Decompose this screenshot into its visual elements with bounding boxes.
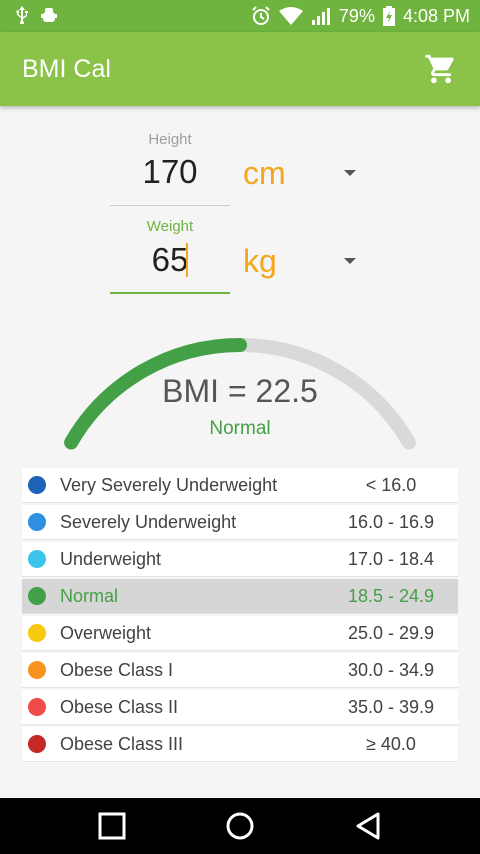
bmi-category-row: Very Severely Underweight < 16.0 <box>22 468 458 503</box>
home-icon[interactable] <box>224 810 256 842</box>
height-input[interactable]: 170 <box>110 153 230 191</box>
category-range: ≥ 40.0 <box>366 734 416 754</box>
wifi-icon <box>278 7 303 25</box>
height-underline <box>110 205 230 206</box>
category-range: 16.0 - 16.9 <box>347 512 435 532</box>
text-cursor <box>186 243 188 277</box>
app-bar: BMI Cal <box>0 32 480 106</box>
category-range: 17.0 - 18.4 <box>347 549 435 569</box>
weight-label: Weight <box>146 218 194 235</box>
app-title: BMI Cal <box>22 55 111 83</box>
alarm-icon <box>252 6 270 25</box>
category-color-dot <box>28 624 46 642</box>
back-icon[interactable] <box>352 810 384 842</box>
category-color-dot <box>28 735 46 753</box>
status-bar: 79% 4:08 PM <box>0 0 480 32</box>
bmi-category-row: Obese Class II 35.0 - 39.9 <box>22 690 458 725</box>
category-color-dot <box>28 587 46 605</box>
category-color-dot <box>28 661 46 679</box>
bmi-category-row: Overweight 25.0 - 29.9 <box>22 616 458 651</box>
height-unit-select[interactable]: cm <box>243 155 286 192</box>
weight-unit-select[interactable]: kg <box>243 243 277 280</box>
category-name: Obese Class I <box>60 660 174 680</box>
signal-icon <box>311 8 330 25</box>
category-range: 25.0 - 29.9 <box>347 623 435 643</box>
category-range: < 16.0 <box>365 475 417 495</box>
navigation-bar <box>0 798 480 854</box>
category-range: 35.0 - 39.9 <box>347 697 435 717</box>
bmi-category-row: Obese Class I 30.0 - 34.9 <box>22 653 458 688</box>
android-debug-icon <box>41 8 57 22</box>
category-name: Normal <box>60 586 119 606</box>
bmi-category: Normal <box>209 418 271 439</box>
category-name: Obese Class II <box>60 697 179 717</box>
bmi-category-row: Normal 18.5 - 24.9 <box>22 579 458 614</box>
bmi-category-row: Severely Underweight 16.0 - 16.9 <box>22 505 458 540</box>
category-name: Very Severely Underweight <box>60 475 278 495</box>
category-color-dot <box>28 698 46 716</box>
category-name: Obese Class III <box>60 734 184 754</box>
battery-percent: 79% <box>338 6 375 26</box>
height-label: Height <box>148 131 192 148</box>
category-name: Severely Underweight <box>60 512 237 532</box>
bmi-value: BMI = 22.5 <box>162 373 318 409</box>
category-range: 30.0 - 34.9 <box>347 660 435 680</box>
usb-icon <box>16 6 28 24</box>
bmi-category-row: Obese Class III ≥ 40.0 <box>22 727 458 762</box>
cart-icon[interactable] <box>424 52 458 86</box>
category-name: Overweight <box>60 623 152 643</box>
clock: 4:08 PM <box>402 6 470 26</box>
weight-dropdown-arrow-icon[interactable] <box>344 258 356 264</box>
category-color-dot <box>28 513 46 531</box>
battery-charging-icon <box>382 6 395 26</box>
bmi-category-row: Underweight 17.0 - 18.4 <box>22 542 458 577</box>
category-color-dot <box>28 476 46 494</box>
recent-apps-icon[interactable] <box>96 810 128 842</box>
height-dropdown-arrow-icon[interactable] <box>344 170 356 176</box>
weight-underline <box>110 292 230 294</box>
category-color-dot <box>28 550 46 568</box>
bmi-category-table: Very Severely Underweight < 16.0 Severely … <box>22 468 458 764</box>
category-range: 18.5 - 24.9 <box>347 586 435 606</box>
category-name: Underweight <box>60 549 162 569</box>
weight-input[interactable]: 65 <box>110 241 230 279</box>
